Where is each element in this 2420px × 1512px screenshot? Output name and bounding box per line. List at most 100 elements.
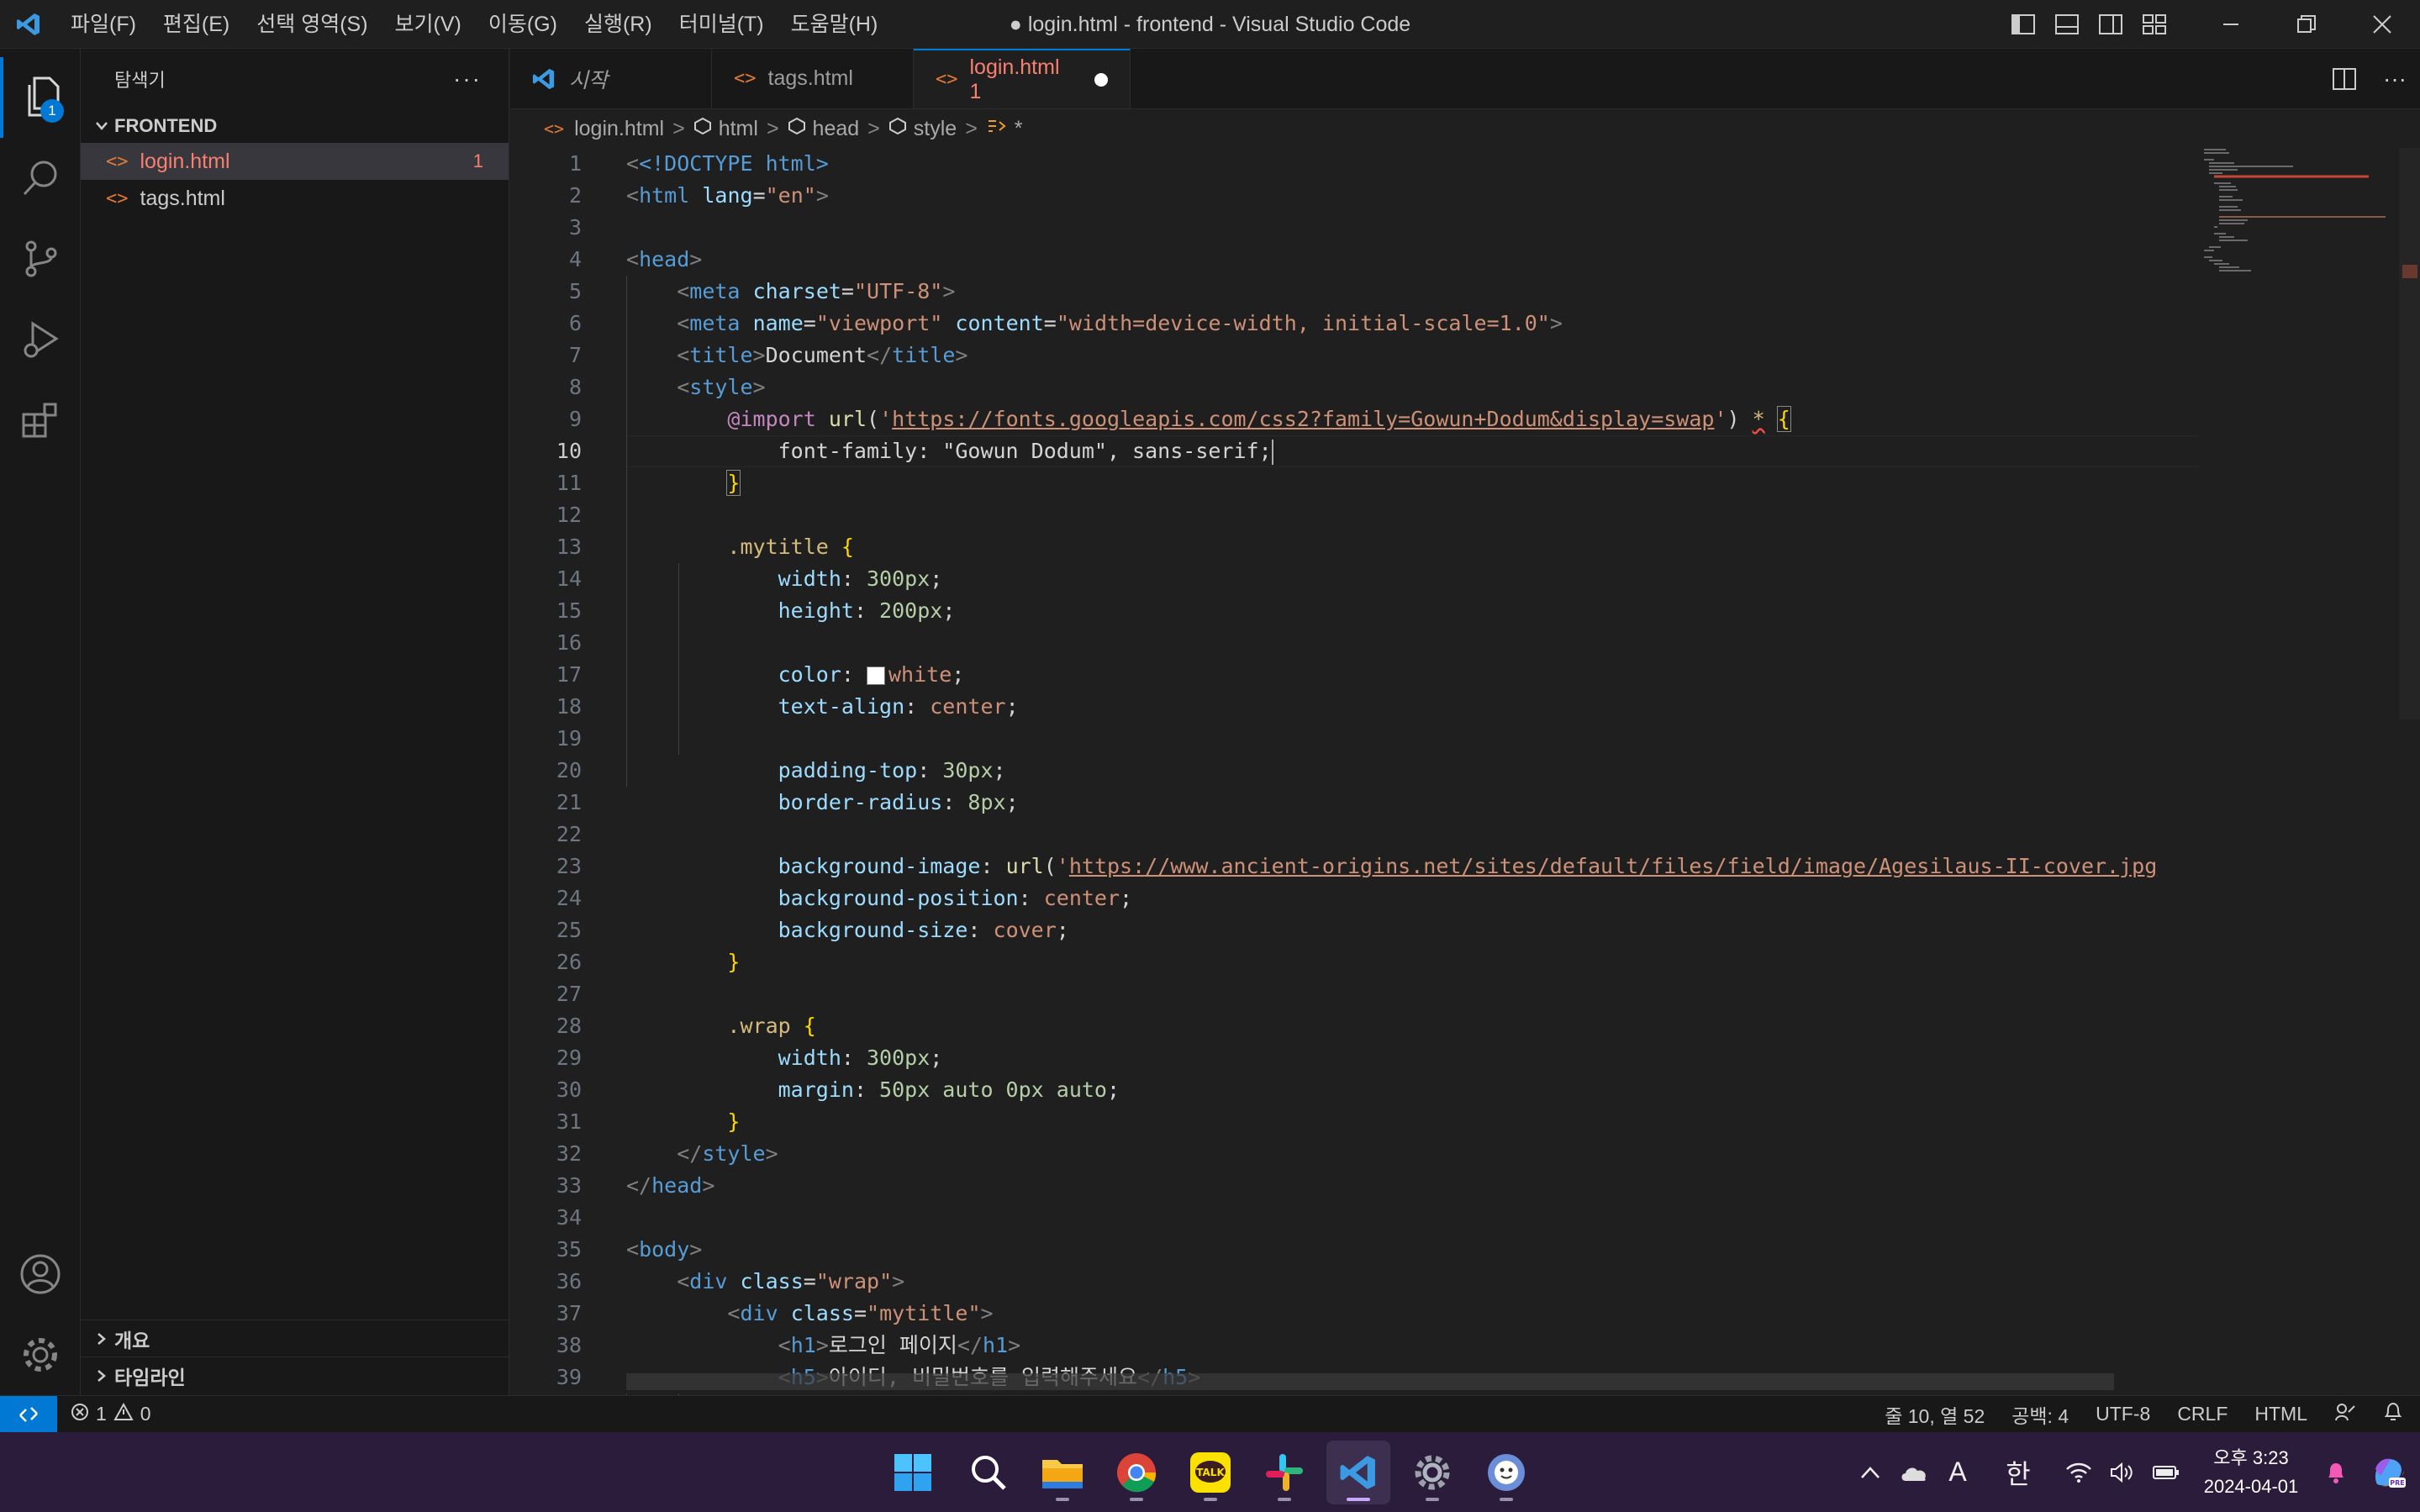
code-value: 8px	[967, 790, 1006, 814]
folder-header[interactable]: FRONTEND	[81, 109, 509, 143]
end-of-line[interactable]: CRLF	[2177, 1403, 2228, 1425]
explorer-sidebar: 탐색기 ··· FRONTEND <> login.html 1 <> tags…	[81, 49, 509, 1395]
feedback-icon[interactable]	[2334, 1402, 2356, 1427]
windows-taskbar: TALK A 한 오후 3:23 2024-04-01 PRE	[0, 1432, 2420, 1512]
line-number-text: 19	[556, 726, 582, 751]
file-item-login[interactable]: <> login.html 1	[81, 143, 509, 180]
code-title-text: Document	[765, 343, 867, 367]
cursor-position[interactable]: 줄 10, 열 52	[1885, 1400, 1985, 1429]
breadcrumb-file[interactable]: <> login.html	[544, 117, 664, 141]
chat-app-icon[interactable]	[1474, 1441, 1538, 1504]
tab-login[interactable]: <> login.html 1	[914, 49, 1131, 108]
toggle-panel-icon[interactable]	[2045, 0, 2089, 49]
wifi-icon[interactable]	[2057, 1432, 2101, 1512]
tab-tags[interactable]: <> tags.html	[712, 49, 914, 108]
chrome-icon[interactable]	[1105, 1441, 1168, 1504]
code-background-url[interactable]: https://www.ancient-origins.net/sites/de…	[1069, 854, 2157, 878]
html-file-icon: <>	[936, 69, 958, 90]
settings-gear-icon[interactable]	[1400, 1441, 1464, 1504]
file-name: tags.html	[140, 186, 225, 210]
more-actions-icon[interactable]: ···	[2370, 49, 2420, 108]
line-number-text: 16	[556, 630, 582, 655]
taskbar-search-icon[interactable]	[957, 1441, 1020, 1504]
menu-file[interactable]: 파일(F)	[57, 0, 150, 49]
line-number: 16	[510, 627, 2191, 659]
explorer-icon[interactable]: 1	[0, 57, 81, 138]
minimize-icon[interactable]	[2193, 0, 2269, 49]
menu-help[interactable]: 도움말(H)	[778, 0, 892, 49]
copilot-icon[interactable]: PRE	[2358, 1432, 2420, 1512]
code-editor[interactable]: 1 2 3 4 5 6 7 8 9 10 11 12 13 14 15 16 17 18 19 20 21 22 23 24 2…	[510, 148, 2420, 1395]
slack-icon[interactable]	[1252, 1441, 1316, 1504]
toggle-primary-sidebar-icon[interactable]	[2001, 0, 2045, 49]
menu-selection[interactable]: 선택 영역(S)	[243, 0, 381, 49]
split-editor-icon[interactable]	[2319, 49, 2370, 108]
remote-indicator-icon[interactable]	[0, 1396, 57, 1432]
menu-go[interactable]: 이동(G)	[475, 0, 571, 49]
battery-icon[interactable]	[2144, 1432, 2188, 1512]
more-actions-icon[interactable]: ···	[453, 66, 482, 92]
chevron-right-icon: >	[672, 116, 685, 140]
timeline-section[interactable]: 타임라인	[81, 1357, 509, 1393]
breadcrumb-style[interactable]: style	[888, 117, 957, 141]
code-selector-wrap: .wrap	[727, 1014, 791, 1038]
file-explorer-icon[interactable]	[1031, 1441, 1094, 1504]
vscode-taskbar-icon[interactable]	[1326, 1441, 1390, 1504]
windows-start-icon[interactable]	[881, 1441, 945, 1504]
menu-view[interactable]: 보기(V)	[382, 0, 475, 49]
breadcrumb: <> login.html > html > head > style > *	[510, 109, 2420, 148]
font-glyph-icon[interactable]: A	[1936, 1432, 1980, 1512]
menu-terminal[interactable]: 터미널(T)	[666, 0, 778, 49]
run-debug-icon[interactable]	[0, 299, 81, 380]
tab-welcome[interactable]: 시작	[510, 49, 712, 108]
breadcrumb-selector[interactable]: *	[986, 117, 1023, 141]
code-value: center	[1043, 886, 1120, 910]
notification-bell-icon[interactable]	[2314, 1432, 2358, 1512]
code-import-url[interactable]: https://fonts.googleapis.com/css2?family…	[892, 407, 1714, 431]
breadcrumb-html[interactable]: html	[693, 117, 758, 141]
html-file-icon: <>	[734, 68, 757, 89]
minimap[interactable]	[2201, 148, 2399, 652]
problems-indicator[interactable]: 1 0	[71, 1402, 151, 1426]
clock[interactable]: 오후 3:23 2024-04-01	[2188, 1444, 2314, 1501]
horizontal-scrollbar[interactable]	[626, 1373, 2114, 1390]
ime-indicator[interactable]: 한	[1996, 1432, 2040, 1512]
menu-edit[interactable]: 편집(E)	[150, 0, 243, 49]
notifications-bell-icon[interactable]	[2383, 1401, 2403, 1428]
activity-bar: 1	[0, 49, 81, 1395]
indentation[interactable]: 공백: 4	[2011, 1400, 2069, 1429]
volume-icon[interactable]	[2101, 1432, 2144, 1512]
accounts-icon[interactable]	[0, 1234, 81, 1314]
encoding[interactable]: UTF-8	[2096, 1403, 2150, 1425]
onedrive-cloud-icon[interactable]	[1892, 1432, 1936, 1512]
editor-tabs: 시작 <> tags.html <> login.html 1 ···	[510, 49, 2420, 109]
source-control-icon[interactable]	[0, 219, 81, 299]
kakaotalk-icon[interactable]: TALK	[1178, 1441, 1242, 1504]
unsaved-dot-icon[interactable]	[1094, 72, 1108, 87]
breadcrumb-label: *	[1014, 116, 1023, 140]
error-count: 1	[96, 1403, 107, 1425]
extensions-icon[interactable]	[0, 380, 81, 461]
menu-run[interactable]: 실행(R)	[571, 0, 666, 49]
code-current-line: font-family: "Gowun Dodum", sans-serif;	[778, 439, 1272, 463]
code-value: 300px	[867, 566, 931, 591]
breadcrumb-head[interactable]: head	[788, 117, 859, 141]
customize-layout-icon[interactable]	[2133, 0, 2176, 49]
language-mode[interactable]: HTML	[2254, 1403, 2307, 1425]
toggle-secondary-sidebar-icon[interactable]	[2089, 0, 2133, 49]
manage-gear-icon[interactable]	[0, 1314, 81, 1395]
file-name: login.html	[140, 149, 230, 173]
chevron-up-icon[interactable]	[1848, 1432, 1892, 1512]
element-icon	[888, 117, 907, 141]
search-icon[interactable]	[0, 138, 81, 219]
html-file-icon: <>	[106, 150, 129, 172]
breadcrumb-label: login.html	[574, 116, 665, 140]
restore-icon[interactable]	[2269, 0, 2344, 49]
line-number-text: 34	[556, 1205, 582, 1230]
outline-section[interactable]: 개요	[81, 1320, 509, 1357]
color-swatch-icon[interactable]	[867, 666, 885, 685]
close-window-icon[interactable]	[2344, 0, 2420, 49]
vertical-scrollbar[interactable]	[2399, 148, 2420, 719]
line-number: 27	[510, 978, 2191, 1010]
file-item-tags[interactable]: <> tags.html	[81, 180, 509, 217]
